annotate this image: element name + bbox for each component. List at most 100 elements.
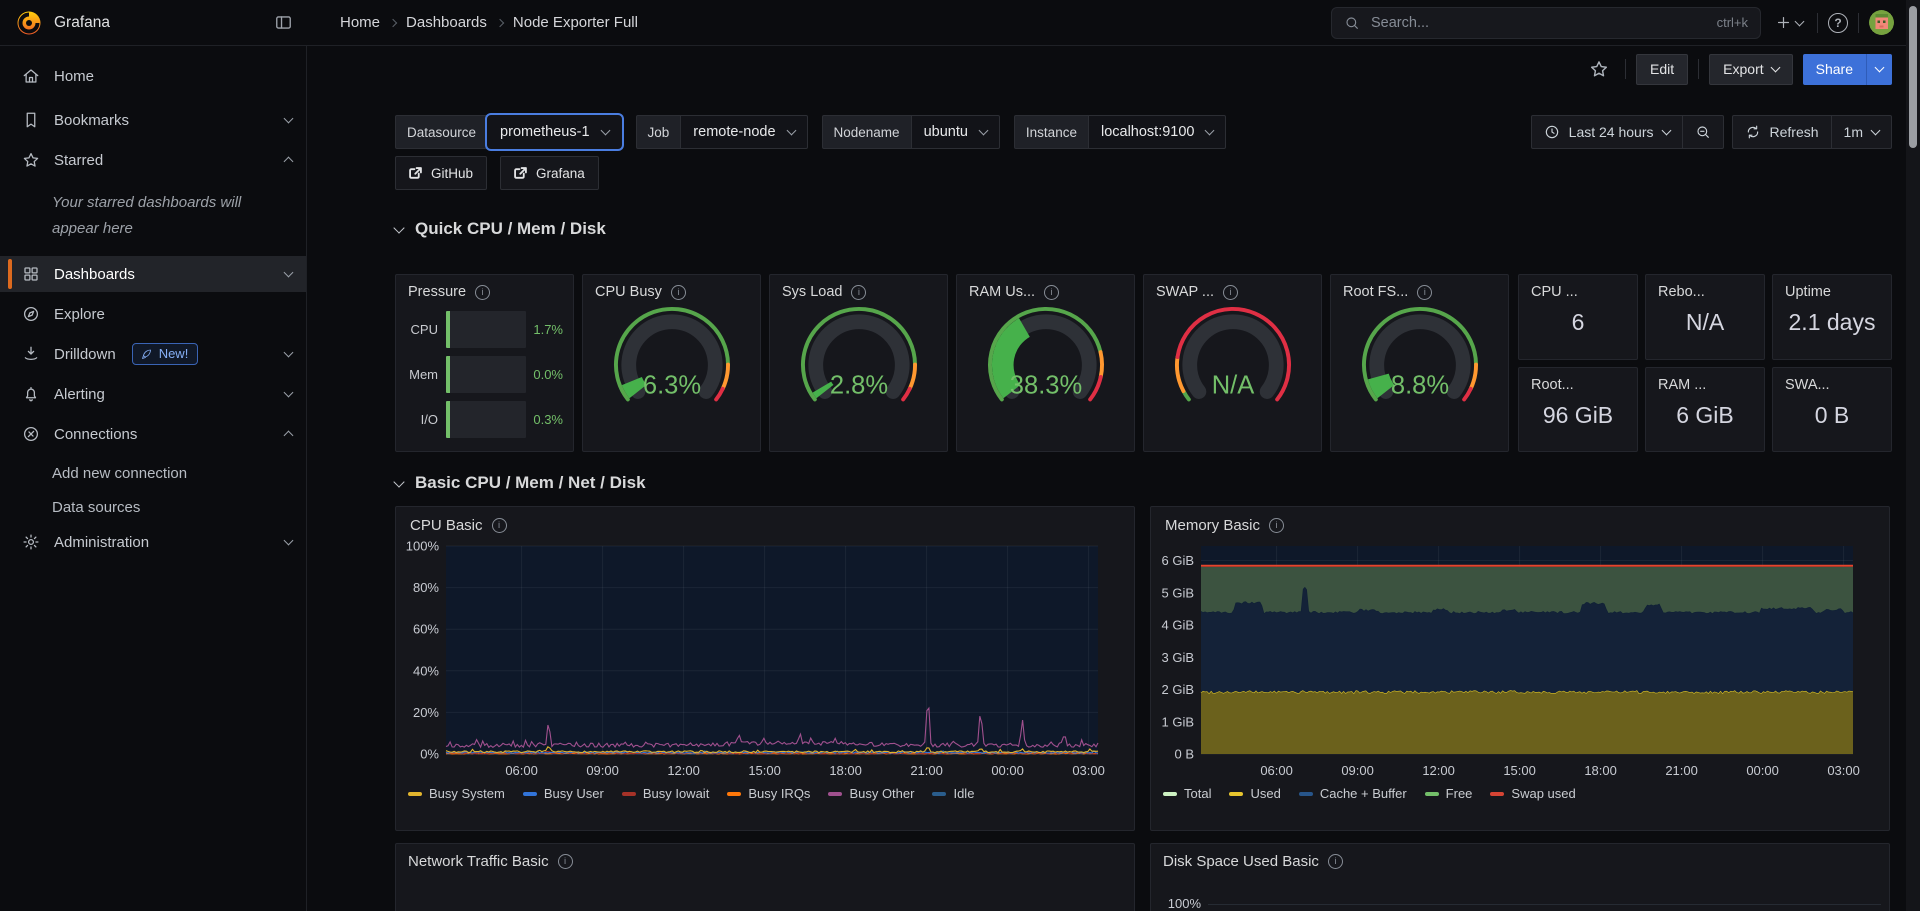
svg-text:3 GiB: 3 GiB	[1161, 650, 1194, 665]
grafana-logo[interactable]	[16, 10, 42, 36]
user-avatar[interactable]	[1869, 10, 1894, 35]
chevron-down-icon	[393, 476, 404, 487]
panel-header[interactable]: CPU Basic i	[396, 507, 1134, 536]
section-title: Basic CPU / Mem / Net / Disk	[415, 473, 646, 493]
zoom-out-button[interactable]	[1682, 116, 1723, 148]
filter-value: prometheus-1	[500, 124, 589, 140]
info-icon[interactable]: i	[671, 285, 686, 300]
edit-button[interactable]: Edit	[1636, 54, 1688, 85]
panel-header[interactable]: Rebo...	[1646, 275, 1764, 304]
legend-label: Total	[1184, 786, 1211, 801]
info-icon[interactable]: i	[475, 285, 490, 300]
nodename-select[interactable]: ubuntu	[911, 115, 1000, 149]
panel-header[interactable]: Root FS... i	[1331, 275, 1508, 304]
scrollbar-thumb[interactable]	[1909, 6, 1917, 148]
star-dashboard-button[interactable]	[1583, 59, 1615, 79]
refresh-group: Refresh 1m	[1732, 115, 1892, 149]
search-input[interactable]	[1369, 14, 1708, 32]
legend-item[interactable]: Total	[1163, 786, 1211, 801]
panel-header[interactable]: RAM ...	[1646, 368, 1764, 397]
gauge: 8.8%	[1331, 304, 1508, 420]
svg-text:12:00: 12:00	[667, 763, 700, 778]
panel-header[interactable]: CPU ...	[1519, 275, 1637, 304]
sidebar-item-administration[interactable]: Administration	[0, 524, 306, 560]
panel-title: Memory Basic	[1165, 517, 1260, 534]
legend-item[interactable]: Busy User	[523, 786, 604, 801]
info-icon[interactable]: i	[1223, 285, 1238, 300]
legend-item[interactable]: Used	[1229, 786, 1280, 801]
export-button[interactable]: Export	[1709, 54, 1792, 85]
panel-header[interactable]: Pressure i	[396, 275, 573, 304]
time-range-picker[interactable]: Last 24 hours	[1532, 116, 1682, 148]
grafana-link[interactable]: Grafana	[500, 156, 599, 190]
sidebar-item-starred[interactable]: Starred	[0, 142, 306, 178]
chevron-right-icon	[496, 18, 504, 26]
sidebar-item-home[interactable]: Home	[0, 58, 306, 94]
rocket-icon	[141, 348, 153, 360]
info-icon[interactable]: i	[558, 854, 573, 869]
panel-title: RAM Us...	[969, 284, 1035, 300]
help-button[interactable]: ?	[1828, 13, 1848, 33]
sidebar-item-alerting[interactable]: Alerting	[0, 376, 306, 412]
cpu-basic-chart[interactable]: 0%20%40%60%80%100%06:0009:0012:0015:0018…	[396, 538, 1134, 784]
info-icon[interactable]: i	[1328, 854, 1343, 869]
panel-header[interactable]: RAM Us... i	[957, 275, 1134, 304]
section-basic-cpu-mem-net-disk[interactable]: Basic CPU / Mem / Net / Disk	[395, 466, 1892, 500]
instance-select[interactable]: localhost:9100	[1088, 115, 1227, 149]
panel-header[interactable]: SWA...	[1773, 368, 1891, 397]
svg-text:20%: 20%	[413, 705, 439, 720]
info-icon[interactable]: i	[851, 285, 866, 300]
share-button[interactable]: Share	[1803, 54, 1866, 85]
memory-basic-chart[interactable]: 0 B1 GiB2 GiB3 GiB4 GiB5 GiB6 GiB06:0009…	[1151, 538, 1889, 784]
breadcrumb-dashboards[interactable]: Dashboards	[406, 14, 487, 31]
panel-header[interactable]: Sys Load i	[770, 275, 947, 304]
legend-item[interactable]: Cache + Buffer	[1299, 786, 1407, 801]
search-box[interactable]: ctrl+k	[1331, 7, 1761, 39]
panel-header[interactable]: CPU Busy i	[583, 275, 760, 304]
sidebar-item-drilldown[interactable]: Drilldown New!	[0, 336, 306, 372]
filter-job: Job remote-node	[636, 115, 808, 149]
github-link[interactable]: GitHub	[395, 156, 487, 190]
refresh-icon	[1745, 124, 1761, 140]
legend-item[interactable]: Busy Other	[828, 786, 914, 801]
sidebar-item-bookmarks[interactable]: Bookmarks	[0, 102, 306, 138]
breadcrumb-home[interactable]: Home	[340, 14, 380, 31]
stat-value: N/A	[1646, 309, 1764, 336]
plus-icon	[1775, 14, 1792, 31]
sidebar-toggle-icon[interactable]	[274, 13, 293, 32]
chevron-down-icon	[1875, 63, 1885, 73]
info-icon[interactable]: i	[492, 518, 507, 533]
legend-label: Busy Iowait	[643, 786, 709, 801]
legend-swatch	[1490, 792, 1504, 796]
panel-header[interactable]: Disk Space Used Basic i	[1151, 844, 1889, 874]
legend-item[interactable]: Busy System	[408, 786, 505, 801]
info-icon[interactable]: i	[1417, 285, 1432, 300]
sidebar-item-add-new-connection[interactable]: Add new connection	[0, 456, 306, 490]
refresh-interval-select[interactable]: 1m	[1831, 116, 1891, 148]
refresh-button[interactable]: Refresh	[1733, 116, 1831, 148]
panel-header[interactable]: Root...	[1519, 368, 1637, 397]
legend-label: Swap used	[1511, 786, 1575, 801]
legend-item[interactable]: Idle	[932, 786, 974, 801]
legend-item[interactable]: Swap used	[1490, 786, 1575, 801]
panel-header[interactable]: SWAP ... i	[1144, 275, 1321, 304]
sidebar-item-explore[interactable]: Explore	[0, 296, 306, 332]
info-icon[interactable]: i	[1269, 518, 1284, 533]
panel-header[interactable]: Memory Basic i	[1151, 507, 1889, 536]
sidebar-item-dashboards[interactable]: Dashboards	[0, 256, 306, 292]
add-menu-button[interactable]	[1771, 14, 1807, 31]
datasource-select[interactable]: prometheus-1	[487, 115, 621, 149]
legend-item[interactable]: Free	[1425, 786, 1473, 801]
panel-header[interactable]: Network Traffic Basic i	[396, 844, 1134, 874]
section-quick-cpu-mem-disk[interactable]: Quick CPU / Mem / Disk	[395, 212, 1892, 246]
share-menu-button[interactable]	[1866, 54, 1892, 85]
stat-panels-grid: CPU ... 6 Rebo... N/A Uptime 2.1 days Ro…	[1518, 274, 1892, 452]
info-icon[interactable]: i	[1044, 285, 1059, 300]
legend-item[interactable]: Busy Iowait	[622, 786, 709, 801]
legend-item[interactable]: Busy IRQs	[727, 786, 810, 801]
panel-header[interactable]: Uptime	[1773, 275, 1891, 304]
job-select[interactable]: remote-node	[680, 115, 807, 149]
search-icon	[1344, 15, 1360, 31]
sidebar-item-data-sources[interactable]: Data sources	[0, 490, 306, 524]
sidebar-item-connections[interactable]: Connections	[0, 416, 306, 452]
